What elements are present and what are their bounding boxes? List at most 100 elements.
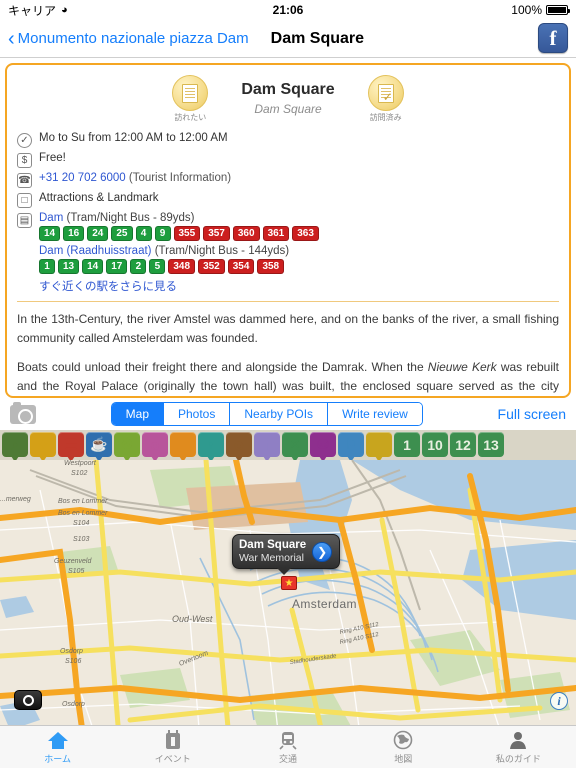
sports-icon[interactable]: ☻ — [226, 432, 252, 460]
line-badge[interactable]: 360 — [232, 226, 260, 242]
line-badge[interactable]: 14 — [39, 226, 61, 242]
svg-text:S106: S106 — [65, 658, 81, 665]
tab-events[interactable]: イベント — [115, 729, 230, 765]
category-number-badge[interactable]: 1 — [394, 432, 420, 457]
callout-subtitle: War Memorial — [239, 552, 304, 565]
sights-icon[interactable]: ✦ — [30, 432, 56, 460]
battery-icon — [546, 5, 570, 15]
globe-icon — [346, 729, 461, 751]
restaurant-icon[interactable]: ✕ — [282, 432, 308, 460]
full-screen-button[interactable]: Full screen — [498, 406, 566, 422]
train-icon[interactable]: ☷ — [366, 432, 392, 460]
poi-subtitle: Dam Square — [254, 102, 322, 116]
callout-box[interactable]: Dam Square War Memorial ❯ — [232, 534, 340, 576]
restaurant-glyph: ✕ — [289, 436, 301, 452]
phone-icon: ☎ — [17, 173, 32, 189]
transit-stop-1-lines: 1 13 14 17 2 5 348 352 354 358 — [39, 259, 559, 275]
line-badge[interactable]: 355 — [173, 226, 201, 242]
svg-text:S103: S103 — [73, 536, 89, 543]
info-glyph: i — [265, 436, 269, 453]
line-badge[interactable]: 16 — [63, 226, 85, 242]
tab-map[interactable]: 地図 — [346, 729, 461, 765]
transit-stop-1-name[interactable]: Dam (Raadhuisstraat) — [39, 245, 151, 257]
category-number-badge[interactable]: 10 — [422, 432, 448, 457]
search-icon[interactable]: ⌕ — [2, 432, 28, 460]
tab-map[interactable]: Map — [111, 403, 164, 425]
line-badge[interactable]: 357 — [203, 226, 230, 242]
train-station-icon: ▤ — [17, 213, 32, 229]
tab-transport[interactable]: 交通 — [230, 729, 345, 765]
line-badge[interactable]: 4 — [135, 226, 152, 242]
facebook-share-button[interactable]: f — [538, 23, 568, 53]
hotel-icon[interactable]: ☰ — [58, 432, 84, 460]
line-badge[interactable]: 363 — [292, 226, 319, 242]
tab-my-guide-label: 私のガイド — [495, 754, 541, 764]
transit-stop-0-name[interactable]: Dam — [39, 212, 63, 224]
line-badge[interactable]: 17 — [106, 259, 128, 275]
category-number-badge[interactable]: 13 — [478, 432, 504, 457]
cafe-icon[interactable]: ☕ — [86, 432, 112, 460]
line-badge[interactable]: 358 — [257, 259, 285, 275]
callout-text: Dam Square War Memorial — [239, 539, 306, 564]
svg-text:Geuzenveld: Geuzenveld — [54, 558, 92, 565]
nature-glyph: ☯ — [120, 436, 134, 452]
map-info-icon[interactable]: i — [550, 692, 568, 710]
hours-label: Mo to Su from 12:00 AM to 12:00 AM — [39, 132, 228, 145]
line-badge[interactable]: 354 — [227, 259, 255, 275]
status-left: キャリア ◕ — [8, 2, 68, 19]
camera-icon[interactable] — [10, 401, 36, 424]
museum-glyph: ☲ — [176, 436, 190, 452]
locate-icon[interactable] — [14, 690, 42, 710]
description-paragraph-2: Boats could unload their freight there a… — [17, 358, 559, 396]
want-to-visit-button[interactable]: 訪れたい — [159, 75, 221, 122]
transit-stop-1-header: Dam (Raadhuisstraat) (Tram/Night Bus - 1… — [39, 245, 559, 257]
phone-link[interactable]: +31 20 702 6000 — [39, 172, 126, 184]
info-row-price: $ Free! — [17, 150, 559, 170]
line-badge[interactable]: 25 — [111, 226, 133, 242]
info-icon[interactable]: i — [254, 432, 280, 460]
description-paragraph-1: In the 13th-Century, the river Amstel wa… — [17, 312, 559, 345]
poi-title: Dam Square — [241, 81, 335, 98]
tab-home[interactable]: ホーム — [0, 729, 115, 765]
line-badge[interactable]: 13 — [58, 259, 80, 275]
shopping-icon[interactable]: ⛁ — [310, 432, 336, 460]
callout-disclosure-icon[interactable]: ❯ — [312, 541, 333, 562]
svg-text:Bos en Lommer: Bos en Lommer — [58, 510, 108, 517]
line-badge[interactable]: 24 — [87, 226, 109, 242]
back-button[interactable]: ‹ Monumento nazionale piazza Dam — [8, 29, 249, 49]
nightlife-icon[interactable]: ♀ — [198, 432, 224, 460]
line-badge[interactable]: 9 — [154, 226, 171, 242]
theatre-icon[interactable]: ☺ — [142, 432, 168, 460]
carrier-label: キャリア — [8, 3, 57, 18]
navigation-bar: ‹ Monumento nazionale piazza Dam Dam Squ… — [0, 20, 576, 58]
line-badge[interactable]: 2 — [130, 259, 147, 275]
tab-photos[interactable]: Photos — [164, 403, 231, 425]
tab-nearby-pois[interactable]: Nearby POIs — [230, 403, 329, 425]
tab-write-review[interactable]: Write review — [328, 403, 422, 425]
info-row-hours: ✓ Mo to Su from 12:00 AM to 12:00 AM — [17, 130, 559, 150]
line-badge[interactable]: 348 — [168, 259, 196, 275]
line-badge[interactable]: 5 — [149, 259, 166, 275]
map-view[interactable]: N WestrandwegWestpoortS102...merwegBos e… — [0, 460, 576, 756]
line-badge[interactable]: 1 — [39, 259, 55, 275]
pin-icon[interactable]: ⚑ — [338, 432, 364, 460]
map-callout[interactable]: Dam Square War Memorial ❯ — [232, 534, 340, 576]
line-badge[interactable]: 352 — [198, 259, 225, 275]
nieuwe-kerk-emphasis: Nieuwe Kerk — [427, 360, 497, 375]
sights-glyph: ✦ — [37, 436, 49, 452]
museum-icon[interactable]: ☲ — [170, 432, 196, 460]
segmented-control: Map Photos Nearby POIs Write review — [110, 402, 423, 426]
visited-button[interactable]: 訪問済み — [355, 75, 417, 122]
map-marker[interactable]: ★ — [281, 576, 297, 590]
category-number-badge[interactable]: 12 — [450, 432, 476, 457]
line-badge[interactable]: 14 — [82, 259, 104, 275]
home-icon — [0, 729, 115, 751]
line-badge[interactable]: 361 — [262, 226, 290, 242]
search-glyph: ⌕ — [11, 436, 19, 452]
transit-stop-1-detail: (Tram/Night Bus - 144yds) — [154, 245, 290, 258]
chevron-left-icon: ‹ — [8, 27, 15, 50]
app-screen: キャリア ◕ 21:06 100% ‹ Monumento nazionale … — [0, 0, 576, 768]
more-stations-link[interactable]: すぐ近くの駅をさらに見る — [39, 278, 559, 294]
nature-icon[interactable]: ☯ — [114, 432, 140, 460]
tab-my-guide[interactable]: 私のガイド — [461, 729, 576, 765]
